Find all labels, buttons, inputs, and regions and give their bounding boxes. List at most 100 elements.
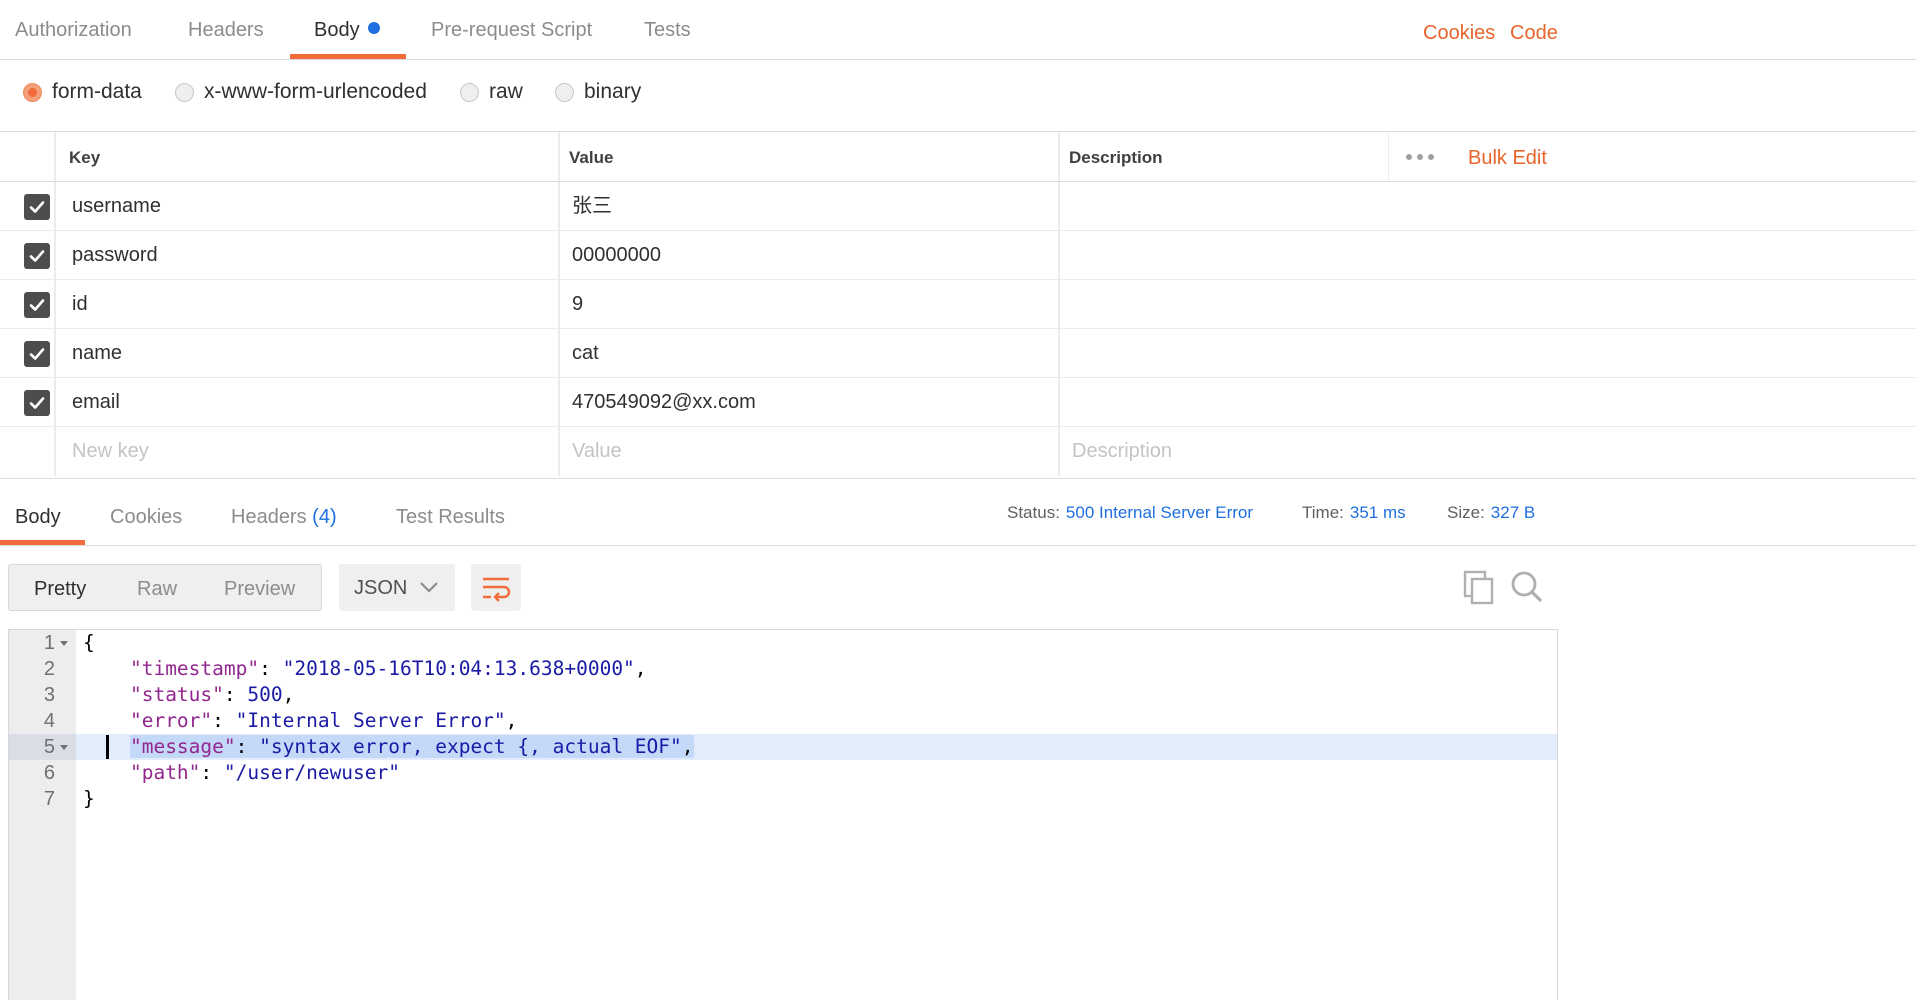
row-description-input[interactable] [1072,378,1552,427]
code-line: 2 "timestamp": "2018-05-16T10:04:13.638+… [9,656,1557,682]
column-divider [558,378,560,426]
row-key-input[interactable]: username [72,182,161,231]
size-indicator: Size: 327 B [1447,479,1535,547]
line-number: 2 [43,658,55,680]
row-enabled-checkbox[interactable] [24,243,50,269]
status-indicator: Status: 500 Internal Server Error [1007,479,1253,547]
preview-button[interactable]: Preview [224,565,295,611]
row-description-input[interactable] [1072,329,1552,378]
copy-icon[interactable] [1462,569,1496,610]
radio-urlencoded[interactable]: x-www-form-urlencoded [175,60,427,124]
code-line: 1 { [9,630,1557,656]
line-number: 5 [43,736,55,758]
response-tab-cookies-label: Cookies [110,506,183,528]
line-number: 3 [43,684,55,706]
row-description-input[interactable] [1072,280,1552,329]
new-description-input[interactable]: Description [1072,427,1172,476]
code-text: "status": 500, [129,683,295,706]
tab-body[interactable]: Body [314,0,380,60]
row-key-input[interactable]: name [72,329,122,378]
code-line: 4 "error": "Internal Server Error", [9,708,1557,734]
row-value-input[interactable]: 00000000 [572,231,661,280]
row-enabled-checkbox[interactable] [24,390,50,416]
row-description-input[interactable] [1072,231,1552,280]
row-value-input[interactable]: 张三 [572,182,612,231]
tab-headers[interactable]: Headers [188,0,264,60]
search-icon[interactable] [1509,569,1545,610]
wrap-lines-button[interactable] [471,564,521,611]
status-label: Status: [1007,503,1060,522]
size-value[interactable]: 327 B [1491,503,1535,522]
row-description-input[interactable] [1072,182,1552,231]
line-number: 6 [43,762,55,784]
column-divider [1058,231,1060,279]
radio-urlencoded-label: x-www-form-urlencoded [204,80,427,103]
response-tab-cookies[interactable]: Cookies [110,479,182,547]
line-number: 4 [43,710,55,732]
response-tab-headers[interactable]: Headers (4) [231,479,337,547]
fold-arrow-icon[interactable] [60,745,68,750]
radio-form-data[interactable]: form-data [23,60,142,124]
row-key-input[interactable]: email [72,378,120,427]
code-text: } [83,787,95,810]
row-enabled-checkbox[interactable] [24,194,50,220]
cookies-link[interactable]: Cookies [1423,0,1495,66]
tab-headers-label: Headers [188,19,264,41]
tab-prerequest-script[interactable]: Pre-request Script [431,0,592,60]
column-divider [54,182,56,230]
new-key-input[interactable]: New key [72,427,149,476]
row-enabled-checkbox[interactable] [24,292,50,318]
radio-binary[interactable]: binary [555,60,641,124]
response-tab-test-results[interactable]: Test Results [396,479,505,547]
code-link[interactable]: Code [1510,0,1558,66]
row-key-input[interactable]: password [72,231,158,280]
tab-authorization-label: Authorization [15,19,132,41]
more-dots-icon[interactable] [1406,154,1434,160]
response-body-editor[interactable]: 1 { 2 "timestamp": "2018-05-16T10:04:13.… [8,629,1558,1000]
json-key: "message" [129,735,236,758]
column-divider [54,132,56,181]
request-tabs: Authorization Headers Body Pre-request S… [0,0,1916,60]
radio-selected-icon [23,82,42,102]
table-header: Key Value Description Bulk Edit [0,132,1916,182]
radio-form-data-label: form-data [52,80,142,103]
column-divider [54,427,56,476]
view-mode-group: Pretty Raw Preview [8,564,322,611]
row-key-input[interactable]: id [72,280,88,329]
tab-tests[interactable]: Tests [644,0,691,60]
row-value-input[interactable]: 470549092@xx.com [572,378,756,427]
json-value: "Internal Server Error" [235,709,506,732]
row-enabled-checkbox[interactable] [24,341,50,367]
response-tab-body-label: Body [15,506,61,528]
status-value[interactable]: 500 Internal Server Error [1066,503,1253,522]
column-divider [1058,329,1060,377]
new-value-input[interactable]: Value [572,427,622,476]
table-row: id 9 [0,280,1916,329]
raw-button[interactable]: Raw [137,565,177,611]
column-divider [54,378,56,426]
code-line: 7 } [9,786,1557,812]
headers-count-badge: (4) [312,506,337,528]
column-divider [1058,280,1060,328]
json-key: "status" [129,683,224,706]
response-tab-body[interactable]: Body [15,479,61,547]
body-type-selector: form-data x-www-form-urlencoded raw bina… [0,60,1916,132]
code-text: "message": "syntax error, expect {, actu… [129,735,694,758]
row-value-input[interactable]: 9 [572,280,583,329]
table-row: email 470549092@xx.com [0,378,1916,427]
column-divider [558,280,560,328]
radio-raw[interactable]: raw [460,60,523,124]
format-dropdown[interactable]: JSON [339,564,455,611]
row-value-input[interactable]: cat [572,329,599,378]
bulk-edit-link[interactable]: Bulk Edit [1468,132,1547,182]
table-row: username 张三 [0,182,1916,231]
time-value[interactable]: 351 ms [1350,503,1406,522]
code-line-selected: 5 "message": "syntax error, expect {, ac… [9,734,1557,760]
column-divider [558,231,560,279]
pretty-button[interactable]: Pretty [34,565,86,611]
tab-authorization[interactable]: Authorization [15,0,132,60]
code-text: "error": "Internal Server Error", [129,709,518,732]
params-table: Key Value Description Bulk Edit username… [0,132,1916,476]
fold-arrow-icon[interactable] [60,641,68,646]
format-dropdown-value: JSON [354,577,408,599]
